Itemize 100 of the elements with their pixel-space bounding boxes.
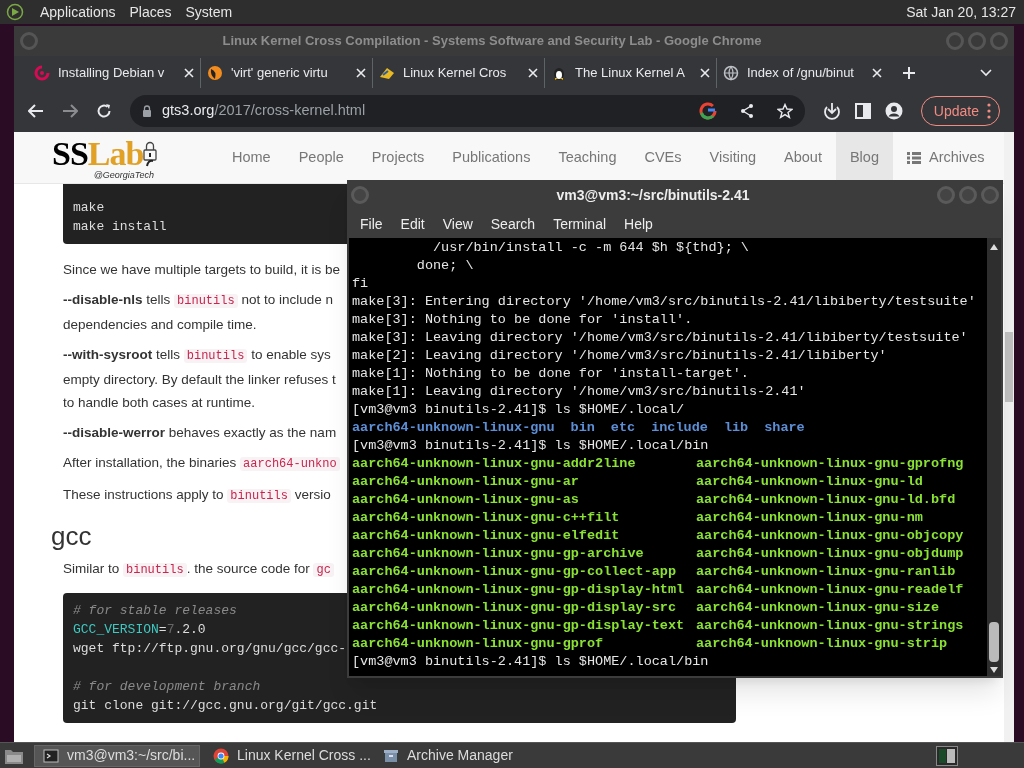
paragraph: Since we have multiple targets to build, it is be: [63, 261, 340, 279]
panel-menu[interactable]: System: [179, 1, 239, 23]
close-icon[interactable]: [872, 68, 882, 78]
file-name: aarch64-unknown-linux-gnu-c++filt: [352, 509, 620, 527]
page-scrollbar[interactable]: [1004, 132, 1014, 742]
terminal-line: done; \: [415, 257, 474, 275]
back-arrow-icon[interactable]: [28, 104, 44, 118]
file-name: aarch64-unknown-linux-gnu-gp-display-text: [352, 617, 685, 635]
browser-tab[interactable]: Linux Kernel Cros: [372, 58, 544, 88]
file-name: aarch64-unknown-linux-gnu-gprof: [352, 635, 604, 653]
nav-link[interactable]: Teaching: [544, 132, 631, 183]
url-text: gts3.org/2017/cross-kernel.html: [162, 101, 366, 121]
tab-search-caret-icon[interactable]: [980, 69, 992, 77]
nav-link[interactable]: Visiting: [695, 132, 771, 183]
nav-link[interactable]: Archives: [892, 132, 999, 183]
nav-link[interactable]: Blog: [835, 132, 893, 183]
file-name: aarch64-unknown-linux-gnu-nm: [696, 509, 923, 527]
taskbar-button[interactable]: vm3@vm3:~/src/bi...: [34, 744, 200, 767]
circle-logo-icon: [207, 65, 223, 81]
directory-name: etc: [610, 419, 636, 437]
directory-name: share: [764, 419, 805, 437]
browser-tab[interactable]: 'virt' generic virtu: [200, 58, 372, 88]
menu-logo-icon[interactable]: [6, 3, 24, 21]
file-name: aarch64-unknown-linux-gnu-elfedit: [352, 527, 620, 545]
close-icon[interactable]: [184, 68, 194, 78]
file-name: aarch64-unknown-linux-gnu-ld.bfd: [696, 491, 956, 509]
terminal-line: make[2]: Leaving directory '/home/vm3/src/binutils-2.41/libiberty': [352, 347, 887, 365]
browser-tab[interactable]: Index of /gnu/binut: [716, 58, 888, 88]
file-name: aarch64-unknown-linux-gnu-gprofng: [696, 455, 964, 473]
file-name: aarch64-unknown-linux-gnu-ar: [352, 473, 579, 491]
paragraph: These instructions apply to binutils versio: [63, 486, 331, 505]
nav-link[interactable]: Home: [218, 132, 285, 183]
download-icon[interactable]: [822, 102, 841, 120]
google-g-icon[interactable]: [698, 102, 717, 120]
terminal-scrollbar[interactable]: [987, 238, 1001, 676]
menu-item[interactable]: Edit: [391, 213, 434, 235]
browser-logo-icon: [213, 747, 229, 764]
swirl-icon: [34, 65, 50, 81]
taskbar-button[interactable]: Archive Manager: [374, 744, 540, 767]
directory-name: lib: [723, 419, 749, 437]
nav-link[interactable]: CVEs: [630, 132, 696, 183]
terminal-line: [vm3@vm3 binutils-2.41]$ ls $HOME/.local/: [352, 401, 685, 419]
padlock-icon: [143, 140, 158, 167]
logo-icon: [379, 65, 395, 81]
menu-item[interactable]: Search: [481, 213, 545, 235]
file-name: aarch64-unknown-linux-gnu-ld: [696, 473, 923, 491]
nav-link[interactable]: About: [770, 132, 836, 183]
reload-icon[interactable]: [96, 103, 112, 119]
panel-menu[interactable]: Places: [123, 1, 178, 23]
directory-name: include: [651, 419, 708, 437]
workspace-switcher-icon[interactable]: [936, 745, 958, 766]
paragraph: --with-sysroot tells binutils to enable sys empty directory. By default the linker refuses t to handle both cases at runtime.: [63, 346, 336, 412]
browser-tab[interactable]: Installing Debian v: [28, 58, 200, 88]
terminal-line: make[3]: Entering directory '/home/vm3/src/binutils-2.41/libiberty/testsuite': [352, 293, 976, 311]
scrollbar-thumb[interactable]: [1005, 332, 1013, 402]
address-bar[interactable]: gts3.org/2017/cross-kernel.html: [130, 95, 805, 127]
file-name: aarch64-unknown-linux-gnu-ranlib: [696, 563, 956, 581]
close-icon[interactable]: [356, 68, 366, 78]
terminal-line: fi: [352, 275, 369, 293]
file-name: aarch64-unknown-linux-gnu-gp-archive: [352, 545, 644, 563]
star-icon[interactable]: [776, 103, 793, 119]
penguin-icon: [551, 65, 567, 81]
nav-link[interactable]: Publications: [438, 132, 545, 183]
lock-icon: [142, 105, 152, 117]
new-tab-icon[interactable]: [902, 66, 916, 80]
terminal-line: make[1]: Nothing to be done for 'install-target'.: [352, 365, 749, 383]
scroll-down-arrow-icon[interactable]: [990, 667, 998, 673]
more-options-icon[interactable]: [987, 103, 991, 119]
logo-text: SSLab: [52, 136, 144, 171]
terminal-line: make[3]: Nothing to be done for 'install'.: [352, 311, 693, 329]
terminal-line: make[1]: Leaving directory '/home/vm3/src/binutils-2.41': [352, 383, 806, 401]
directory-name: bin: [570, 419, 595, 437]
file-name: aarch64-unknown-linux-gnu-gp-collect-app: [352, 563, 677, 581]
paragraph: --disable-werror behaves exactly as the nam: [63, 424, 337, 442]
nav-link[interactable]: Projects: [357, 132, 439, 183]
menu-item[interactable]: Help: [615, 213, 662, 235]
directory-name: aarch64-unknown-linux-gnu: [352, 419, 555, 437]
taskbar-button[interactable]: Linux Kernel Cross ...: [204, 744, 370, 767]
paragraph: Similar to binutils . the source code for gc: [63, 557, 334, 582]
scrollbar-thumb[interactable]: [989, 622, 999, 662]
side-panel-icon[interactable]: [854, 103, 871, 119]
scroll-up-arrow-icon[interactable]: [990, 244, 998, 250]
logo-tagline: @GeorgiaTech: [93, 170, 154, 180]
menu-item[interactable]: Terminal: [544, 213, 616, 235]
close-icon[interactable]: [528, 68, 538, 78]
file-name: aarch64-unknown-linux-gnu-objcopy: [696, 527, 964, 545]
menu-item[interactable]: File: [351, 213, 392, 235]
close-icon[interactable]: [700, 68, 710, 78]
forward-arrow-icon[interactable]: [62, 104, 78, 118]
menu-item[interactable]: View: [433, 213, 482, 235]
section-heading: gcc: [51, 521, 92, 551]
nav-link[interactable]: People: [284, 132, 358, 183]
browser-tab[interactable]: The Linux Kernel A: [544, 58, 716, 88]
globe-icon: [723, 65, 739, 81]
profile-icon[interactable]: [884, 102, 903, 120]
archive-box-icon: [383, 747, 399, 764]
share-icon[interactable]: [738, 103, 755, 119]
terminal-line: make[3]: Leaving directory '/home/vm3/src/binutils-2.41/libiberty/testsuite': [352, 329, 968, 347]
clock: Sat Jan 20, 13:27: [906, 2, 1016, 22]
panel-menu[interactable]: Applications: [34, 1, 122, 23]
